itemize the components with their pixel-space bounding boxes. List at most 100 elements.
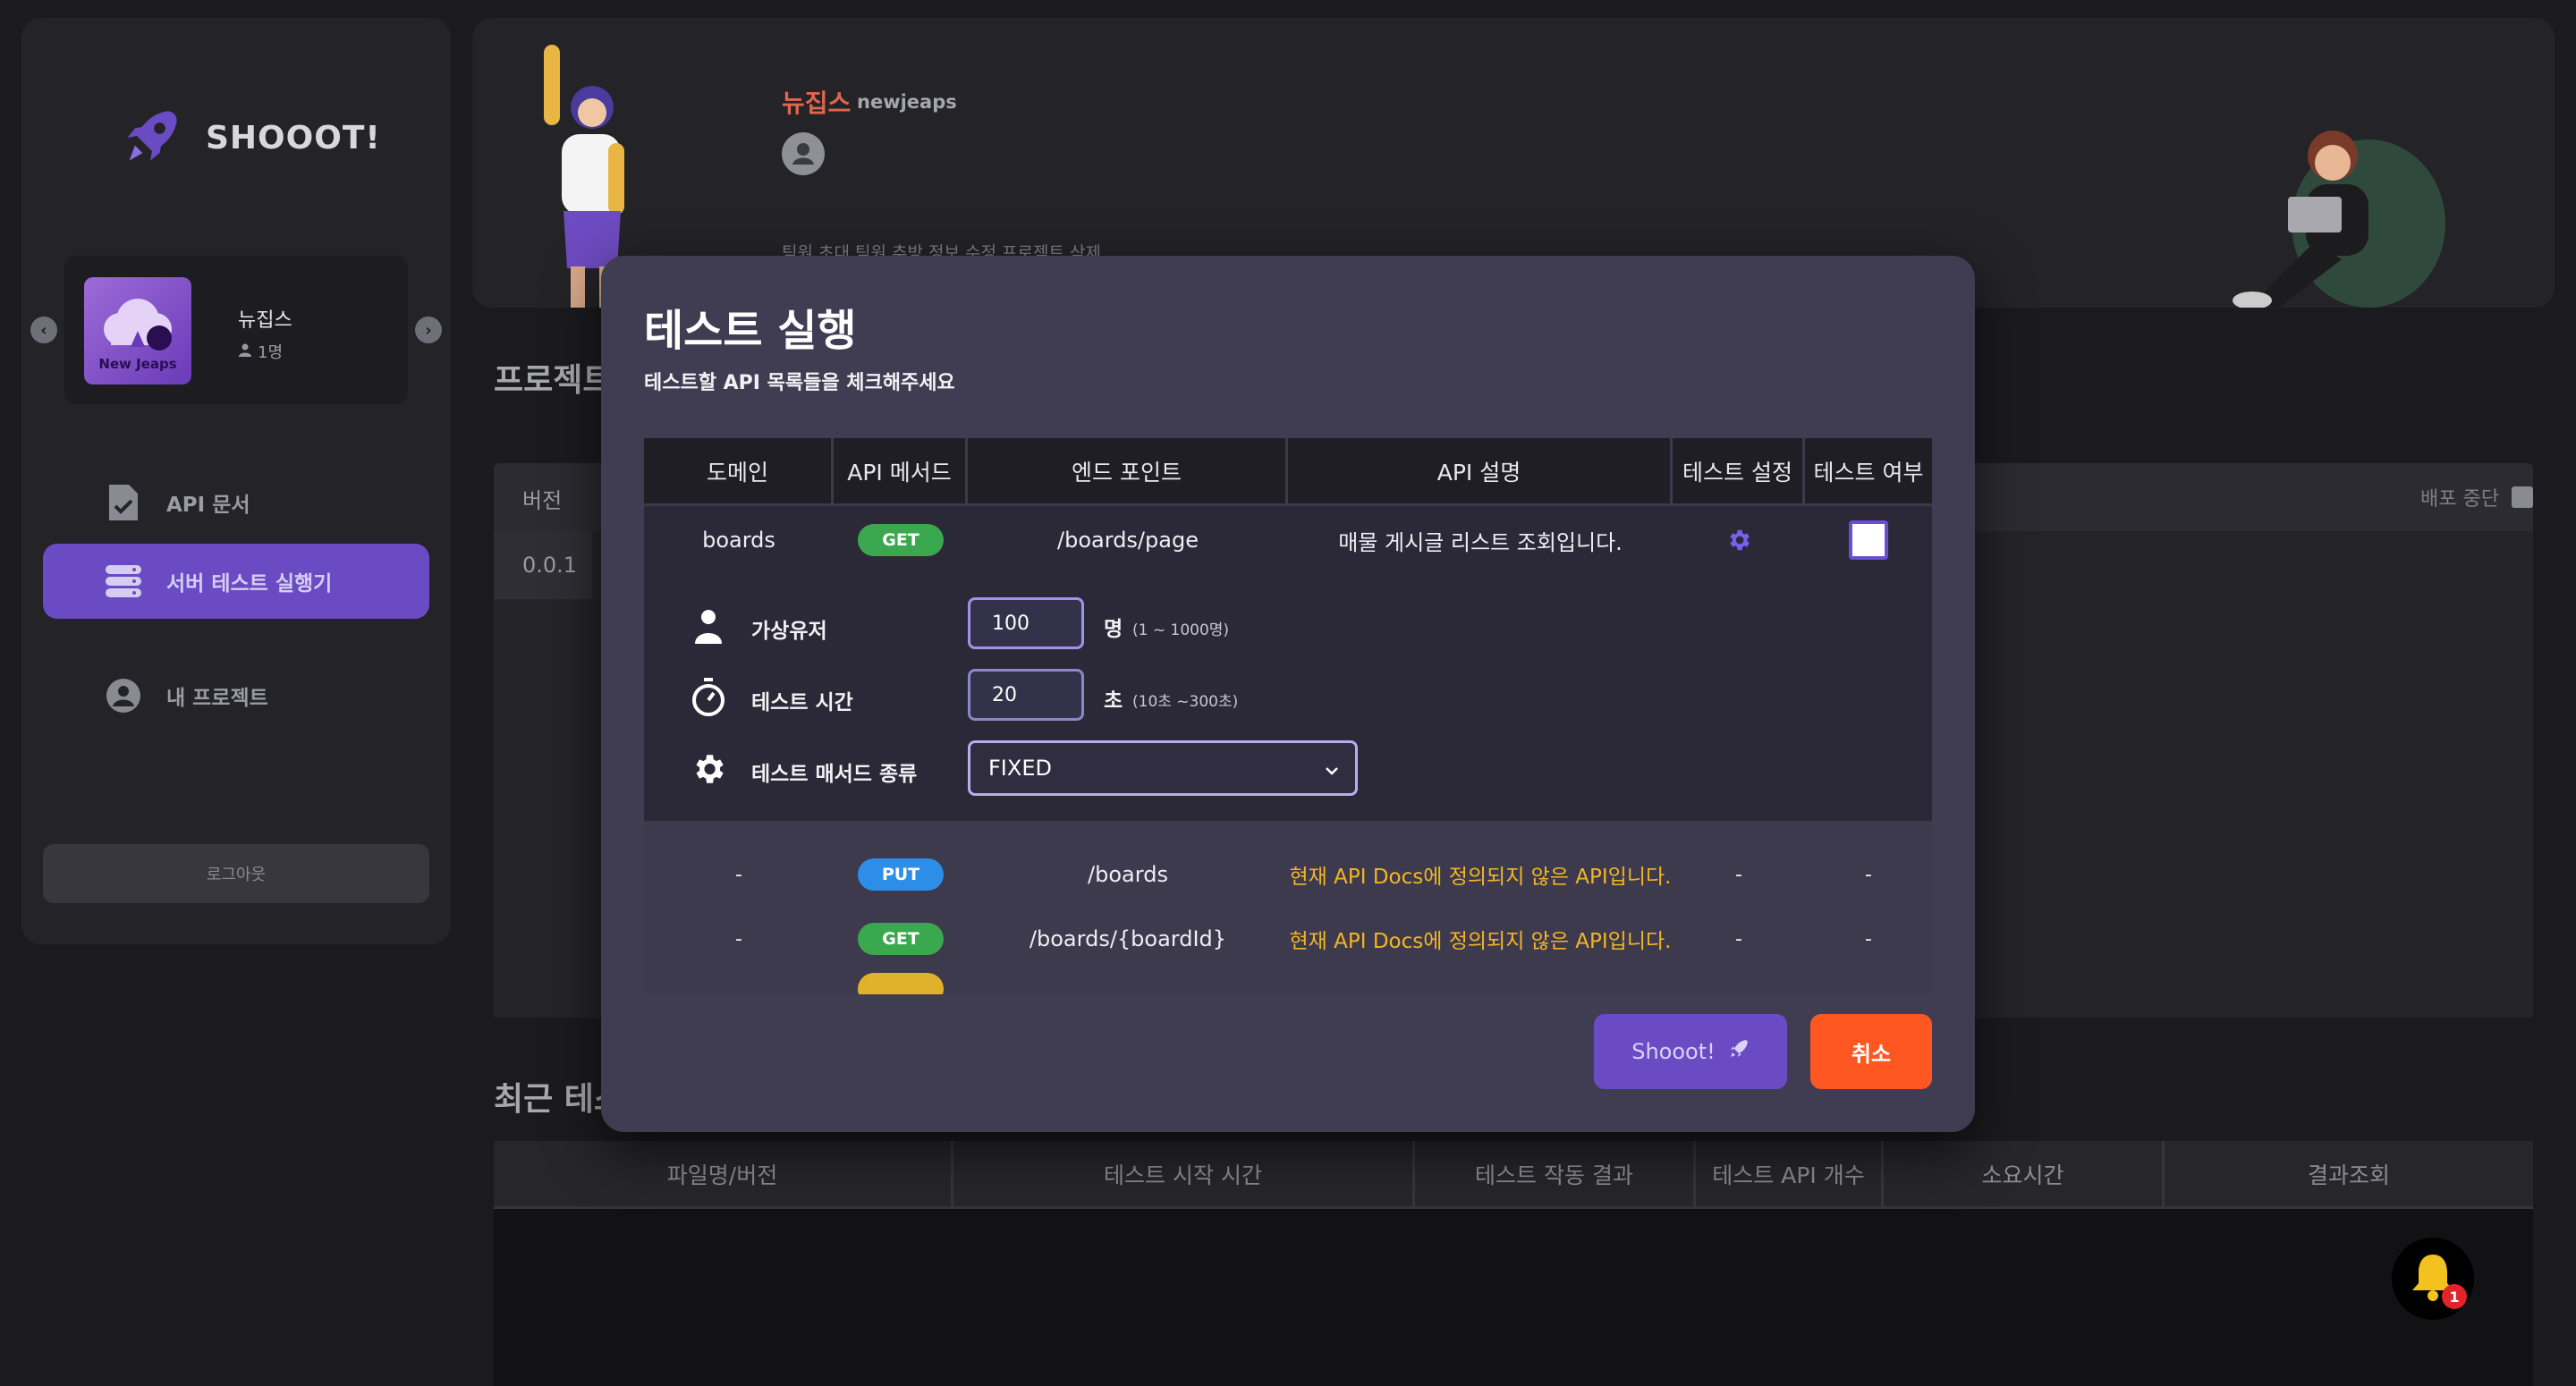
test-time-range: (10초 ~300초) bbox=[1132, 693, 1239, 711]
method-type-select[interactable]: FIXED bbox=[968, 740, 1358, 796]
app-logo[interactable]: SHOOOT! bbox=[122, 106, 381, 170]
project-name: 뉴집스 bbox=[782, 89, 852, 118]
api-table-header: 도메인 API 메서드 엔드 포인트 API 설명 테스트 설정 테스트 여부 bbox=[644, 438, 1932, 506]
column-header: 소요시간 bbox=[1884, 1141, 2165, 1206]
app-logo-text: SHOOOT! bbox=[206, 119, 381, 156]
virtual-users-unit: 명 bbox=[1104, 618, 1123, 641]
table-row: boards GET /boards/page 매물 게시글 리스트 조회입니다… bbox=[644, 506, 1932, 574]
sidebar-item-label: API 문서 bbox=[166, 494, 250, 517]
member-avatar[interactable] bbox=[782, 132, 825, 175]
cancel-button[interactable]: 취소 bbox=[1810, 1014, 1932, 1089]
method-type-label: 테스트 매서드 종류 bbox=[751, 763, 918, 786]
team-card[interactable]: New Jeaps 뉴집스 1명 bbox=[64, 256, 408, 404]
gear-icon[interactable] bbox=[1724, 525, 1754, 555]
server-icon bbox=[104, 562, 143, 601]
method-badge bbox=[858, 973, 944, 994]
sidebar-item-my-project[interactable]: 내 프로젝트 bbox=[43, 658, 429, 733]
stopwatch-icon bbox=[689, 678, 728, 717]
column-header: 테스트 작동 결과 bbox=[1415, 1141, 1696, 1206]
team-member-count: 1명 bbox=[238, 340, 283, 363]
shoot-button[interactable]: Shooot! bbox=[1594, 1014, 1787, 1089]
column-header: API 설명 bbox=[1288, 438, 1673, 503]
team-prev-arrow-icon[interactable]: ‹ bbox=[30, 317, 57, 343]
sidebar-item-label: 내 프로젝트 bbox=[166, 687, 268, 710]
shoot-button-label: Shooot! bbox=[1631, 1039, 1716, 1064]
team-thumbnail-text: New Jeaps bbox=[98, 356, 177, 372]
settings-cell: - bbox=[1735, 927, 1742, 951]
test-checkbox[interactable] bbox=[1849, 520, 1888, 560]
virtual-users-row: 가상유저 명 (1 ~ 1000명) bbox=[644, 597, 1932, 651]
settings-cell bbox=[1673, 506, 1805, 574]
rocket-icon bbox=[1728, 1038, 1750, 1065]
endpoint-cell: /boards/{boardId} bbox=[1029, 926, 1227, 951]
column-header: 테스트 설정 bbox=[1673, 438, 1805, 503]
person-icon bbox=[689, 606, 728, 646]
api-table: 도메인 API 메서드 엔드 포인트 API 설명 테스트 설정 테스트 여부 … bbox=[644, 438, 1932, 994]
deploy-stop-label: 배포 중단 bbox=[2420, 488, 2499, 511]
test-time-unit: 초 bbox=[1104, 689, 1123, 713]
test-run-modal: 테스트 실행 테스트할 API 목록들을 체크해주세요 도메인 API 메서드 … bbox=[601, 256, 1975, 1132]
modal-subtitle: 테스트할 API 목록들을 체크해주세요 bbox=[644, 372, 955, 394]
user-circle-icon bbox=[104, 676, 143, 715]
deploy-stop-toggle[interactable]: 배포 중단 bbox=[2420, 483, 2533, 511]
deploy-stop-checkbox[interactable] bbox=[2512, 486, 2533, 508]
notification-button[interactable]: 1 bbox=[2392, 1238, 2474, 1320]
method-cell bbox=[834, 971, 968, 994]
test-settings-panel: 가상유저 명 (1 ~ 1000명) 테스트 시간 초 (10초 ~300초) … bbox=[644, 574, 1932, 821]
description-cell: 매물 게시글 리스트 조회입니다. bbox=[1338, 529, 1623, 555]
rocket-logo-icon bbox=[122, 106, 182, 170]
table-row: - PUT /boards 현재 API Docs에 정의되지 않은 API입니… bbox=[644, 842, 1932, 907]
notification-badge: 1 bbox=[2442, 1284, 2467, 1309]
test-check-cell: - bbox=[1865, 927, 1872, 951]
virtual-users-input[interactable] bbox=[968, 597, 1084, 649]
column-header: API 메서드 bbox=[834, 438, 968, 503]
domain-cell bbox=[644, 971, 834, 994]
column-header: 테스트 여부 bbox=[1813, 459, 1924, 486]
column-header: 결과조회 bbox=[2307, 1162, 2390, 1188]
team-thumbnail: New Jeaps bbox=[84, 277, 191, 385]
column-header: 테스트 시작 시간 bbox=[953, 1141, 1415, 1206]
document-check-icon bbox=[104, 483, 143, 522]
method-type-value: FIXED bbox=[988, 756, 1052, 781]
column-header: 도메인 bbox=[644, 438, 834, 503]
table-row bbox=[644, 971, 1932, 994]
recent-test-table-header: 파일명/버전 테스트 시작 시간 테스트 작동 결과 테스트 API 개수 소요… bbox=[494, 1141, 2533, 1209]
domain-cell: boards bbox=[702, 528, 775, 553]
team-name: 뉴집스 bbox=[238, 309, 292, 332]
team-next-arrow-icon[interactable]: › bbox=[415, 317, 442, 343]
test-check-cell: - bbox=[1865, 863, 1872, 886]
method-type-row: 테스트 매서드 종류 FIXED bbox=[644, 740, 1932, 796]
gear-icon bbox=[689, 749, 728, 789]
other-api-rows: - PUT /boards 현재 API Docs에 정의되지 않은 API입니… bbox=[644, 821, 1932, 994]
recent-test-table-body bbox=[494, 1209, 2533, 1386]
endpoint-cell: /boards/page bbox=[1057, 528, 1199, 553]
description-cell: 현재 API Docs에 정의되지 않은 API입니다. bbox=[1289, 866, 1672, 889]
person-illustration-right bbox=[2233, 131, 2445, 308]
sidebar-item-label: 서버 테스트 실행기 bbox=[166, 572, 333, 596]
method-badge: GET bbox=[858, 923, 944, 955]
column-header: 엔드 포인트 bbox=[968, 438, 1288, 503]
logout-button[interactable]: 로그아웃 bbox=[43, 844, 429, 903]
test-time-input[interactable] bbox=[968, 669, 1084, 721]
method-cell: PUT bbox=[834, 842, 968, 907]
version-column-header: 버전 bbox=[522, 488, 563, 513]
sidebar: SHOOOT! New Jeaps 뉴집스 1명 ‹ › API 문서 서버 테… bbox=[21, 18, 451, 944]
modal-title: 테스트 실행 bbox=[644, 306, 857, 356]
column-header: 파일명/버전 bbox=[494, 1141, 953, 1206]
method-badge: PUT bbox=[858, 858, 944, 891]
domain-cell: - bbox=[735, 863, 742, 886]
test-time-row: 테스트 시간 초 (10초 ~300초) bbox=[644, 669, 1932, 723]
table-row: - GET /boards/{boardId} 현재 API Docs에 정의되… bbox=[644, 907, 1932, 971]
version-cell[interactable]: 0.0.1 bbox=[522, 553, 577, 578]
team-member-count-text: 1명 bbox=[258, 343, 284, 362]
settings-cell: - bbox=[1735, 863, 1742, 886]
method-cell: GET bbox=[834, 506, 968, 574]
project-slug: newjeaps bbox=[857, 91, 957, 113]
virtual-users-label: 가상유저 bbox=[751, 620, 827, 643]
method-badge: GET bbox=[858, 524, 944, 556]
sidebar-item-api-docs[interactable]: API 문서 bbox=[43, 465, 429, 540]
project-section-title: 프로젝트 bbox=[494, 362, 613, 399]
sidebar-item-server-test[interactable]: 서버 테스트 실행기 bbox=[43, 544, 429, 619]
domain-cell: - bbox=[735, 927, 742, 951]
endpoint-cell: /boards bbox=[1088, 862, 1168, 887]
